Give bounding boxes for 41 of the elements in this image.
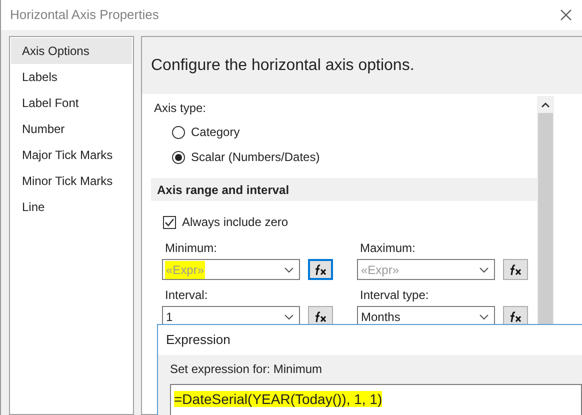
field-label: Maximum: <box>359 240 416 257</box>
checkbox-label: Always include zero <box>182 214 288 231</box>
dialog-title: Expression <box>166 331 230 350</box>
sidebar-item[interactable]: Major Tick Marks <box>11 142 132 168</box>
chevron-down-icon <box>479 314 489 320</box>
expression-button[interactable] <box>308 259 333 280</box>
expression-input[interactable]: =DateSerial(YEAR(Today()), 1, 1) <box>170 384 582 415</box>
combo-value: Months <box>360 308 402 326</box>
field-label: Interval type: <box>359 287 430 304</box>
radio-button[interactable] <box>172 126 185 138</box>
scroll-up-icon[interactable] <box>541 102 550 108</box>
field-label: Interval: <box>164 287 209 304</box>
field-label: Minimum: <box>164 240 218 257</box>
function-icon <box>314 264 328 276</box>
function-icon <box>314 310 328 322</box>
axis-type-label: Axis type: <box>154 100 208 117</box>
chevron-down-icon <box>479 266 489 272</box>
sidebar-item[interactable]: Labels <box>11 64 132 90</box>
chevron-down-icon <box>284 266 294 272</box>
radio-label: Scalar (Numbers/Dates) <box>191 149 320 166</box>
sidebar-item[interactable]: Line <box>11 194 132 220</box>
combo-value: «Expr» <box>360 262 400 278</box>
sidebar-item[interactable]: Label Font <box>11 90 132 116</box>
sidebar-item[interactable]: Number <box>11 116 132 142</box>
function-icon <box>508 264 522 276</box>
panel-header: Configure the horizontal axis options. <box>151 56 414 76</box>
expression-button[interactable] <box>503 259 528 280</box>
function-icon <box>508 310 522 322</box>
radio-label: Category <box>191 124 240 141</box>
expression-prompt: Set expression for: Minimum <box>170 361 324 378</box>
combo-value: «Expr» <box>165 260 206 278</box>
combo-value: 1 <box>165 308 174 326</box>
window-title: Horizontal Axis Properties <box>10 6 159 24</box>
chevron-down-icon <box>284 314 294 320</box>
radio-button[interactable] <box>172 150 185 164</box>
section-heading: Axis range and interval <box>157 182 290 198</box>
expression-text: =DateSerial(YEAR(Today()), 1, 1) <box>174 391 382 407</box>
close-icon[interactable] <box>560 9 572 21</box>
checkbox[interactable] <box>163 216 176 228</box>
sidebar-item[interactable]: Minor Tick Marks <box>11 168 132 194</box>
sidebar-item[interactable]: Axis Options <box>11 38 132 64</box>
